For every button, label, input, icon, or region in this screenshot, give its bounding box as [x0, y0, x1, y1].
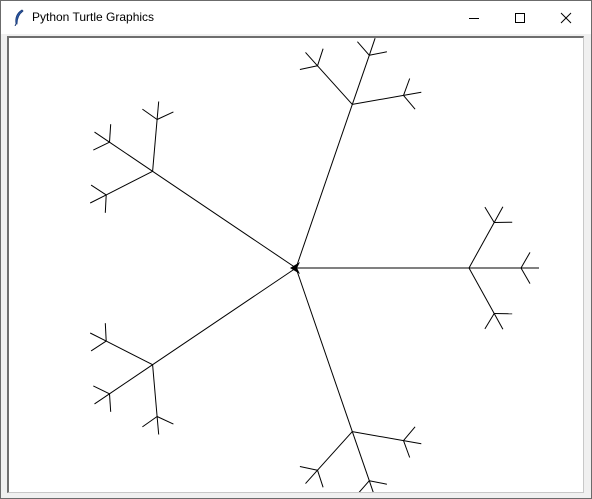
branch-segment — [403, 440, 411, 458]
branch-segment — [105, 340, 153, 366]
branch-segment — [317, 470, 324, 488]
branch-segment — [152, 364, 158, 417]
branch-segment — [317, 431, 353, 471]
branch-segment — [156, 101, 160, 120]
branch-segment — [403, 78, 411, 96]
branch-segment — [468, 222, 495, 269]
branch-segment — [152, 170, 297, 269]
branch-segment — [295, 104, 353, 269]
branch-segment — [142, 108, 158, 120]
turtle-canvas-frame[interactable] — [7, 36, 584, 493]
minimize-icon — [469, 17, 479, 19]
branch-segment — [468, 267, 495, 314]
branch-segment — [94, 393, 110, 405]
branch-segment — [295, 267, 353, 432]
branch-segment — [305, 469, 318, 484]
branch-segment — [105, 170, 153, 196]
close-icon — [560, 12, 572, 23]
branch-segment — [156, 416, 160, 435]
maximize-button[interactable] — [497, 1, 543, 34]
branch-segment — [299, 466, 318, 471]
branch-segment — [369, 480, 387, 485]
branch-segment — [403, 95, 416, 110]
branch-segment — [299, 65, 318, 70]
branch-segment — [109, 124, 112, 143]
turtle-window: Python Turtle Graphics — [0, 0, 592, 499]
branch-segment — [104, 194, 107, 213]
branch-segment — [104, 323, 107, 342]
feather-icon — [11, 9, 27, 27]
branch-segment — [109, 141, 153, 172]
branch-segment — [352, 94, 404, 105]
branch-segment — [305, 52, 318, 67]
turtle-canvas[interactable] — [9, 38, 583, 492]
branch-segment — [358, 480, 370, 492]
branch-segment — [493, 206, 504, 223]
branch-segment — [94, 131, 110, 143]
branch-segment — [368, 480, 374, 492]
branch-segment — [317, 65, 353, 105]
branch-segment — [493, 313, 504, 330]
branch-segment — [152, 119, 158, 172]
branch-segment — [89, 332, 107, 342]
fractal-drawing — [89, 38, 539, 492]
branch-segment — [351, 431, 370, 481]
branch-segment — [351, 55, 370, 105]
branch-segment — [109, 364, 153, 395]
branch-segment — [357, 41, 370, 56]
close-button[interactable] — [543, 1, 589, 34]
branch-segment — [368, 38, 376, 56]
branch-segment — [156, 416, 174, 425]
branch-segment — [142, 416, 158, 428]
branch-segment — [109, 393, 112, 412]
branch-segment — [403, 440, 422, 445]
title-bar[interactable]: Python Turtle Graphics — [1, 1, 591, 34]
branch-segment — [317, 48, 324, 66]
branch-segment — [484, 313, 495, 330]
branch-segment — [484, 206, 495, 223]
branch-segment — [369, 51, 387, 56]
branch-segment — [90, 184, 107, 196]
window-title: Python Turtle Graphics — [32, 10, 155, 24]
branch-segment — [93, 385, 110, 395]
branch-segment — [403, 426, 416, 441]
branch-segment — [93, 141, 110, 151]
branch-segment — [403, 91, 422, 96]
branch-segment — [89, 194, 107, 204]
branch-segment — [152, 267, 297, 366]
branch-segment — [156, 111, 174, 120]
branch-segment — [520, 252, 531, 269]
branch-segment — [520, 267, 531, 284]
branch-segment — [352, 431, 404, 442]
minimize-button[interactable] — [451, 1, 497, 34]
maximize-icon — [515, 12, 525, 23]
branch-segment — [90, 340, 107, 352]
